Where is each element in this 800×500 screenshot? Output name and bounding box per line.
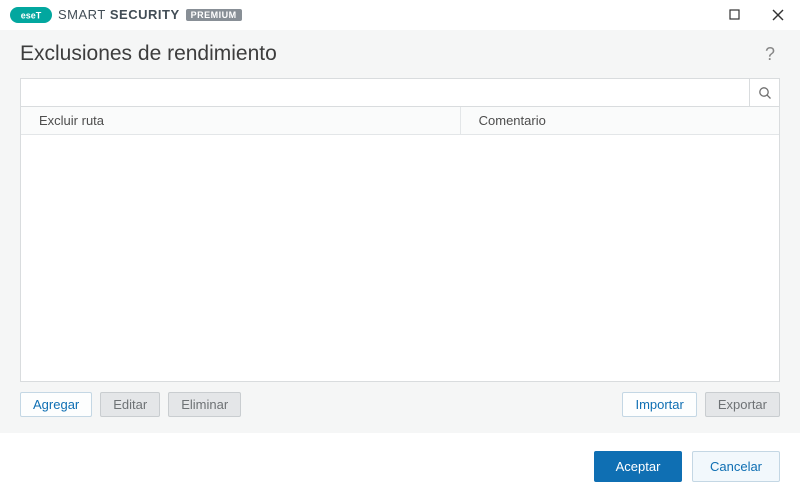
search-button[interactable]: [749, 79, 779, 106]
close-button[interactable]: [756, 0, 800, 30]
product-name-part1: SMART: [58, 7, 106, 22]
help-button[interactable]: ?: [760, 44, 780, 65]
exclusions-table: Excluir ruta Comentario: [20, 106, 780, 382]
titlebar: eseT SMART SECURITY PREMIUM: [0, 0, 800, 30]
svg-text:eseT: eseT: [21, 10, 42, 20]
close-icon: [772, 9, 784, 21]
brand: eseT SMART SECURITY PREMIUM: [10, 7, 242, 23]
page-title: Exclusiones de rendimiento: [20, 42, 760, 66]
search-row: [20, 78, 780, 106]
action-row: Agregar Editar Eliminar Importar Exporta…: [20, 392, 780, 417]
column-header-comment[interactable]: Comentario: [461, 113, 779, 128]
dialog-header: Exclusiones de rendimiento ?: [0, 30, 800, 78]
premium-badge: PREMIUM: [186, 9, 242, 21]
table-header: Excluir ruta Comentario: [21, 107, 779, 135]
table-body: [21, 135, 779, 381]
help-icon: ?: [765, 44, 775, 64]
import-button[interactable]: Importar: [622, 392, 696, 417]
accept-button[interactable]: Aceptar: [594, 451, 682, 482]
window-controls: [712, 0, 800, 30]
search-input[interactable]: [21, 79, 749, 106]
maximize-button[interactable]: [712, 0, 756, 30]
delete-button: Eliminar: [168, 392, 241, 417]
dialog-footer: Aceptar Cancelar: [0, 433, 800, 500]
eset-logo: eseT: [10, 7, 52, 23]
content-area: Excluir ruta Comentario Agregar Editar E…: [0, 78, 800, 433]
edit-button: Editar: [100, 392, 160, 417]
cancel-button[interactable]: Cancelar: [692, 451, 780, 482]
export-button: Exportar: [705, 392, 780, 417]
product-name-part2: SECURITY: [110, 7, 180, 22]
product-name: SMART SECURITY: [58, 7, 180, 22]
search-icon: [758, 86, 772, 100]
maximize-icon: [729, 9, 740, 20]
column-header-path[interactable]: Excluir ruta: [21, 107, 461, 134]
add-button[interactable]: Agregar: [20, 392, 92, 417]
